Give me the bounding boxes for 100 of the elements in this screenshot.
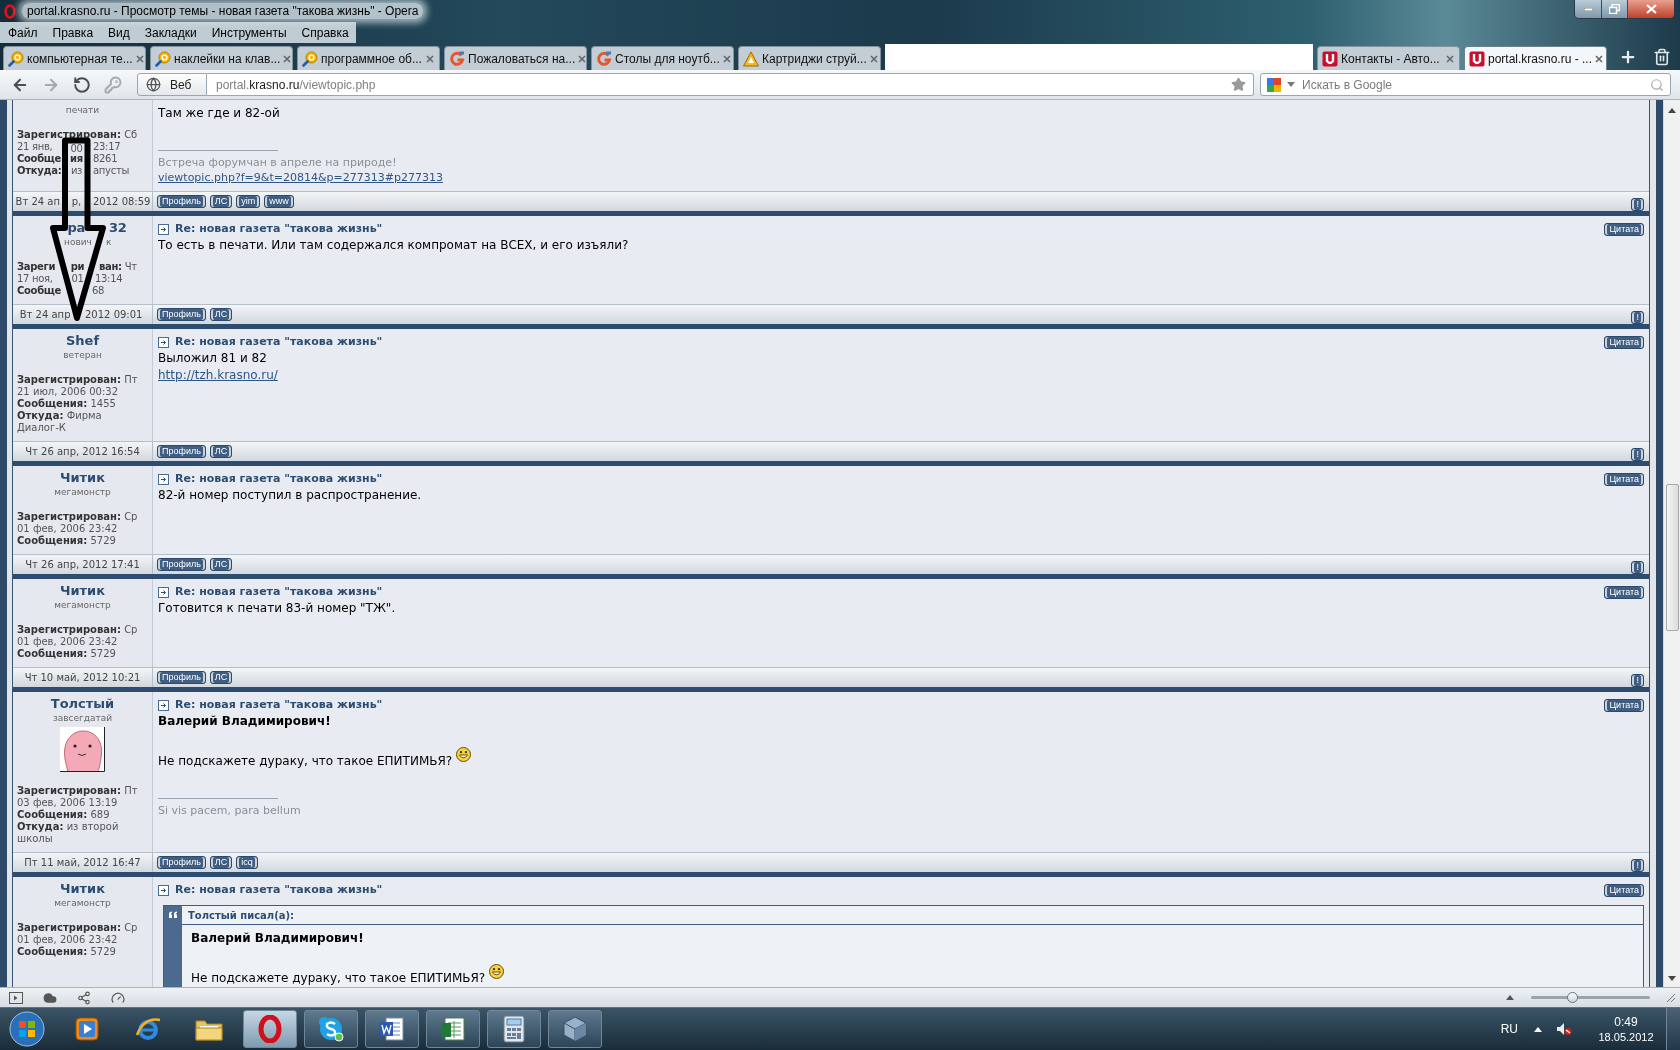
maximize-button[interactable] <box>1602 0 1628 18</box>
browser-tab[interactable]: portal.krasno.ru - ... <box>1464 46 1607 70</box>
quote-button[interactable]: Цитата <box>1604 335 1644 349</box>
post-action-button[interactable]: www <box>264 195 294 208</box>
username[interactable]: ра <box>67 220 85 236</box>
plus-icon[interactable] <box>1619 48 1637 66</box>
post-action-button[interactable]: Профиль <box>157 308 206 321</box>
close-icon[interactable] <box>1446 54 1454 63</box>
browser-tab[interactable]: Контакты - Авто... <box>1317 46 1460 70</box>
ring-orbit-icon[interactable] <box>134 1015 162 1043</box>
username[interactable]: Толстый <box>17 696 148 712</box>
post-action-button[interactable]: Профиль <box>157 558 206 571</box>
cloud-bubble-icon[interactable] <box>317 1015 345 1043</box>
post-action-button[interactable]: ЛС <box>209 445 233 458</box>
post-action-button[interactable]: ЛС <box>209 671 233 684</box>
quote-button[interactable]: Цитата <box>1604 883 1644 897</box>
address-field[interactable]: portal.krasno.ru/viewtopic.php <box>207 73 1254 96</box>
quote-button[interactable]: Цитата <box>1604 472 1644 486</box>
menu-item[interactable]: Правка <box>52 23 94 42</box>
minimize-button[interactable] <box>1575 0 1602 18</box>
browser-tab[interactable]: Столы для ноутб... <box>591 46 734 70</box>
menu-item[interactable]: Вид <box>108 23 130 42</box>
clock-date[interactable]: 18.05.2012 <box>1598 1029 1654 1044</box>
close-button[interactable] <box>1628 0 1674 18</box>
taskbar-button[interactable] <box>548 1010 602 1048</box>
arrow-square-icon[interactable] <box>158 223 169 235</box>
menu-item[interactable]: Файл <box>8 23 38 42</box>
post-title[interactable]: Re: новая газета "такова жизнь" <box>175 881 383 899</box>
caret-down-icon[interactable] <box>1668 976 1676 981</box>
close-icon[interactable] <box>426 54 434 63</box>
post-action-button[interactable]: yim <box>236 195 261 208</box>
caret-up-icon[interactable] <box>1506 995 1514 1000</box>
taskbar-button[interactable] <box>304 1010 358 1048</box>
arrow-square-icon[interactable] <box>158 336 169 348</box>
post-action-button[interactable]: Профиль <box>157 195 206 208</box>
browser-tab[interactable]: Картриджи струй... <box>738 46 881 70</box>
muted-speaker-icon[interactable] <box>1556 1022 1572 1036</box>
document-icon[interactable] <box>378 1015 406 1043</box>
post-action-button[interactable]: icq <box>236 856 258 869</box>
panel-icon[interactable] <box>9 991 23 1004</box>
browser-tab[interactable]: программное об... <box>297 46 440 70</box>
report-button[interactable]: ! <box>1631 560 1644 574</box>
taskbar-button[interactable] <box>487 1010 541 1048</box>
signature-link[interactable]: viewtopic.php?f=9&t=20814&p=277313#p277313 <box>158 171 443 184</box>
username[interactable]: Читик <box>17 583 148 599</box>
username[interactable]: Читик <box>17 470 148 486</box>
close-icon[interactable] <box>578 54 587 63</box>
post-title[interactable]: Re: новая газета "такова жизнь" <box>175 220 383 238</box>
scrollbar[interactable] <box>1663 100 1680 987</box>
post-title[interactable]: Re: новая газета "такова жизнь" <box>175 470 383 488</box>
arrow-square-icon[interactable] <box>158 586 169 598</box>
trash-icon[interactable] <box>1653 48 1671 66</box>
menu-item[interactable]: Закладки <box>144 23 197 42</box>
quote-button[interactable]: Цитата <box>1604 698 1644 712</box>
post-link[interactable]: http://tzh.krasno.ru/ <box>158 368 278 382</box>
reload-icon[interactable] <box>73 75 91 94</box>
quote-button[interactable]: Цитата <box>1604 222 1644 236</box>
gauge-icon[interactable] <box>111 990 125 1005</box>
close-icon[interactable] <box>135 54 144 63</box>
report-button[interactable]: ! <box>1631 673 1644 687</box>
post-title[interactable]: Re: новая газета "такова жизнь" <box>175 583 383 601</box>
report-button[interactable]: ! <box>1631 858 1644 872</box>
close-icon[interactable] <box>283 54 292 63</box>
resize-grip-icon[interactable] <box>1666 992 1676 1003</box>
caret-down-icon[interactable] <box>1287 82 1295 87</box>
close-icon[interactable] <box>722 54 731 63</box>
ring-logo-icon[interactable] <box>4 3 16 19</box>
calculator-icon[interactable] <box>502 1015 526 1043</box>
site-info-button[interactable]: Веб <box>137 73 207 96</box>
scrollbar-thumb[interactable] <box>1665 484 1679 631</box>
menu-item[interactable]: Инструменты <box>211 23 287 42</box>
post-title[interactable]: Re: новая газета "такова жизнь" <box>175 696 383 714</box>
close-icon[interactable] <box>1595 54 1604 63</box>
ring-logo-icon[interactable] <box>258 1015 282 1043</box>
taskbar-button[interactable] <box>426 1010 480 1048</box>
post-action-button[interactable]: Профиль <box>157 856 206 869</box>
report-button[interactable]: ! <box>1631 447 1644 461</box>
quote-button[interactable]: Цитата <box>1604 585 1644 599</box>
play-icon[interactable] <box>74 1016 100 1042</box>
share-icon[interactable] <box>77 990 91 1005</box>
post-action-button[interactable]: Профиль <box>157 671 206 684</box>
close-icon[interactable] <box>869 54 878 63</box>
post-action-button[interactable]: ЛС <box>209 558 233 571</box>
browser-tab[interactable]: компьютерная те... <box>3 46 146 70</box>
search-field[interactable]: Искать в Google <box>1302 75 1650 94</box>
caret-up-icon[interactable] <box>1534 1026 1542 1032</box>
arrow-square-icon[interactable] <box>158 699 169 711</box>
browser-tab[interactable]: Пожаловаться на... <box>444 46 587 70</box>
username[interactable]: Shef <box>17 333 148 349</box>
clock-time[interactable]: 0:49 <box>1614 1014 1638 1030</box>
colored-squares-icon[interactable] <box>1266 76 1282 93</box>
post-title[interactable]: Re: новая газета "такова жизнь" <box>175 333 383 351</box>
username[interactable]: Читик <box>17 881 148 897</box>
caret-up-icon[interactable] <box>1668 108 1676 113</box>
report-button[interactable]: ! <box>1631 310 1644 324</box>
spreadsheet-icon[interactable] <box>439 1015 467 1043</box>
search-box[interactable]: Искать в Google <box>1260 73 1671 96</box>
post-action-button[interactable]: Профиль <box>157 445 206 458</box>
taskbar-button[interactable] <box>365 1010 419 1048</box>
cloud-icon[interactable] <box>43 990 57 1005</box>
